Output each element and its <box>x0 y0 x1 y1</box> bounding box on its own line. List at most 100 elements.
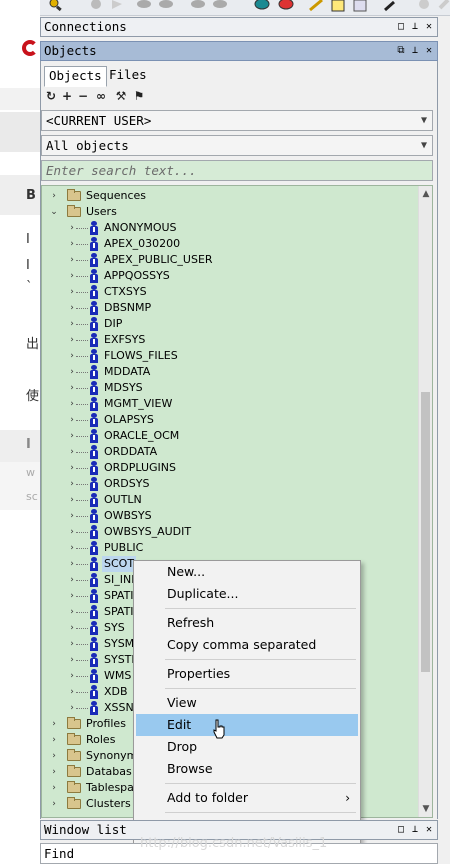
gear-icon[interactable] <box>88 0 106 13</box>
tab-files[interactable]: Files <box>105 66 151 86</box>
database-icon[interactable] <box>158 0 176 13</box>
tree-connector <box>76 260 88 261</box>
user-icon <box>89 605 99 619</box>
user-icon <box>89 557 99 571</box>
run-icon[interactable] <box>108 0 126 13</box>
close-icon[interactable]: ✕ <box>423 824 435 836</box>
key-icon[interactable] <box>382 0 400 13</box>
menu-item-refresh[interactable]: Refresh <box>136 612 358 634</box>
tree-user-item[interactable]: › OUTLN <box>42 492 420 508</box>
user-icon <box>89 381 99 395</box>
tree-user-item[interactable]: › MGMT_VIEW <box>42 396 420 412</box>
user-icon <box>89 237 99 251</box>
chevron-right-icon[interactable]: › <box>49 780 59 796</box>
tree-user-item[interactable]: › PUBLIC <box>42 540 420 556</box>
tree-user-item[interactable]: › MDSYS <box>42 380 420 396</box>
rollback-icon[interactable] <box>278 0 296 13</box>
pin-icon[interactable]: ⊥ <box>409 21 421 33</box>
close-icon[interactable]: ✕ <box>423 21 435 33</box>
chevron-right-icon[interactable]: › <box>49 716 59 732</box>
refresh-icon[interactable]: ↻ <box>44 89 58 103</box>
tree-user-item[interactable]: › OWBSYS_AUDIT <box>42 524 420 540</box>
connections-panel-title[interactable]: Connections □ ⊥ ✕ <box>40 17 438 37</box>
tree-user-item[interactable]: › CTXSYS <box>42 284 420 300</box>
binoculars-icon[interactable]: ∞ <box>94 89 108 103</box>
menu-item-browse[interactable]: Browse <box>136 758 358 780</box>
restore-icon[interactable]: □ <box>395 824 407 836</box>
window-icon[interactable] <box>352 0 370 13</box>
tree-user-item[interactable]: › ORDPLUGINS <box>42 460 420 476</box>
tree-user-item[interactable]: › DBSNMP <box>42 300 420 316</box>
tree-user-item[interactable]: › APEX_030200 <box>42 236 420 252</box>
scroll-thumb[interactable] <box>421 392 430 672</box>
user-icon <box>89 349 99 363</box>
menu-item-label: Drop <box>167 739 198 754</box>
tree-user-item[interactable]: › ORDDATA <box>42 444 420 460</box>
tree-folder[interactable]: ⌄ Users <box>42 204 420 220</box>
menu-item-drop[interactable]: Drop <box>136 736 358 758</box>
pin-icon[interactable]: ⊥ <box>409 824 421 836</box>
menu-item-new[interactable]: New... <box>136 561 358 583</box>
scroll-up-icon[interactable]: ▲ <box>419 186 433 202</box>
menu-item-add-to-folder[interactable]: Add to folder › <box>136 787 358 809</box>
chevron-right-icon[interactable]: › <box>49 188 59 204</box>
tree-user-item[interactable]: › ORDSYS <box>42 476 420 492</box>
tree-user-item[interactable]: › MDDATA <box>42 364 420 380</box>
user-icon <box>89 509 99 523</box>
add-icon[interactable]: + <box>60 89 74 103</box>
tree-scrollbar[interactable]: ▲ ▼ <box>418 186 432 817</box>
chevron-right-icon[interactable]: › <box>49 732 59 748</box>
folder-icon <box>67 733 81 745</box>
edit-icon[interactable] <box>330 0 348 13</box>
close-icon[interactable]: ✕ <box>423 45 435 57</box>
tree-folder[interactable]: › Sequences <box>42 188 420 204</box>
chevron-right-icon[interactable]: › <box>49 748 59 764</box>
tree-user-item[interactable]: › ANONYMOUS <box>42 220 420 236</box>
commit-icon[interactable] <box>254 0 272 13</box>
tree-user-item[interactable]: › DIP <box>42 316 420 332</box>
tree-user-item[interactable]: › APEX_PUBLIC_USER <box>42 252 420 268</box>
user-icon <box>89 413 99 427</box>
schema-select[interactable]: <CURRENT USER> ▼ <box>41 110 433 131</box>
menu-item-label: Add to folder <box>167 790 248 805</box>
search-input[interactable]: Enter search text... <box>41 160 433 181</box>
scroll-down-icon[interactable]: ▼ <box>419 801 433 817</box>
object-type-select[interactable]: All objects ▼ <box>41 135 433 156</box>
tree-user-label: APEX_PUBLIC_USER <box>104 253 213 266</box>
menu-item-copy-comma-separated[interactable]: Copy comma separated <box>136 634 358 656</box>
menu-item-duplicate[interactable]: Duplicate... <box>136 583 358 605</box>
folder-icon <box>67 765 81 777</box>
tree-connector <box>76 516 88 517</box>
menu-item-view[interactable]: View <box>136 692 358 714</box>
menu-item-edit[interactable]: Edit <box>136 714 358 736</box>
menu-item-properties[interactable]: Properties <box>136 663 358 685</box>
search-icon[interactable] <box>46 0 64 13</box>
tree-user-label: OLAPSYS <box>104 413 154 426</box>
tree-user-label: ORDDATA <box>104 445 158 458</box>
tree-user-item[interactable]: › ORACLE_OCM <box>42 428 420 444</box>
tree-user-label: WMS <box>104 669 132 682</box>
tab-objects[interactable]: Objects <box>44 66 107 87</box>
database-icon[interactable] <box>136 0 154 13</box>
float-icon[interactable]: ⧉ <box>395 45 407 57</box>
tree-connector <box>76 644 88 645</box>
filter-clear-icon[interactable]: ⚑ <box>132 89 146 103</box>
chevron-down-icon[interactable]: ⌄ <box>49 204 59 220</box>
tree-user-item[interactable]: › EXFSYS <box>42 332 420 348</box>
database-icon[interactable] <box>212 0 230 13</box>
database-icon[interactable] <box>190 0 208 13</box>
objects-panel-title[interactable]: Objects ⧉ ⊥ ✕ <box>40 41 438 61</box>
tree-user-item[interactable]: › FLOWS_FILES <box>42 348 420 364</box>
tools-icon[interactable] <box>308 0 326 13</box>
menu-separator <box>165 659 356 660</box>
tree-user-item[interactable]: › APPQOSSYS <box>42 268 420 284</box>
tree-user-item[interactable]: › OLAPSYS <box>42 412 420 428</box>
tree-user-item[interactable]: › OWBSYS <box>42 508 420 524</box>
pin-icon[interactable]: ⊥ <box>409 45 421 57</box>
chevron-right-icon[interactable]: › <box>49 796 59 812</box>
remove-icon[interactable]: − <box>76 89 90 103</box>
tree-user-label: XSSN <box>104 701 134 714</box>
chevron-right-icon[interactable]: › <box>49 764 59 780</box>
restore-icon[interactable]: □ <box>395 21 407 33</box>
filter-icon[interactable]: ⚒ <box>114 89 128 103</box>
